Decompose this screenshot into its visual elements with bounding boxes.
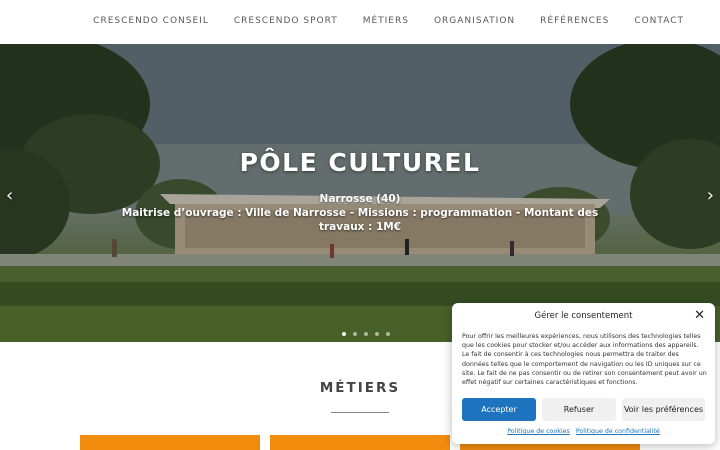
slider-dot-1[interactable] <box>342 332 346 336</box>
slider-dot-4[interactable] <box>375 332 379 336</box>
consent-description: Pour offrir les meilleures expériences, … <box>462 333 707 387</box>
cookie-consent-dialog: Gérer le consentement ✕ Pour offrir les … <box>452 303 715 444</box>
cookie-policy-link[interactable]: Politique de cookies <box>507 428 570 435</box>
chevron-right-icon[interactable]: › <box>707 185 714 206</box>
slide-location: Narrosse (40) <box>319 193 401 205</box>
hero-slider: ‹ › PÔLE CULTUREL Narrosse (40) Maitrise… <box>0 44 720 342</box>
consent-links: Politique de cookies Politique de confid… <box>452 428 715 435</box>
refuse-button[interactable]: Refuser <box>542 398 616 421</box>
metier-card-2[interactable] <box>270 435 450 450</box>
metier-card-1[interactable] <box>80 435 260 450</box>
nav-menu: CRESCENDO CONSEIL CRESCENDO SPORT MÉTIER… <box>68 16 684 26</box>
section-divider <box>331 412 389 413</box>
slide-title: PÔLE CULTUREL <box>239 148 481 177</box>
slider-dot-2[interactable] <box>353 332 357 336</box>
nav-item-contact[interactable]: CONTACT <box>634 16 684 26</box>
slider-dot-3[interactable] <box>364 332 368 336</box>
slide-caption: Narrosse (40) Maitrise d’ouvrage : Ville… <box>120 192 600 234</box>
privacy-policy-link[interactable]: Politique de confidentialité <box>576 428 660 435</box>
close-icon[interactable]: ✕ <box>694 308 705 323</box>
nav-item-crescendo-sport[interactable]: CRESCENDO SPORT <box>234 16 338 26</box>
slider-dot-5[interactable] <box>386 332 390 336</box>
slider-pagination <box>342 332 390 336</box>
top-navigation: CRESCENDO CONSEIL CRESCENDO SPORT MÉTIER… <box>0 0 720 44</box>
chevron-left-icon[interactable]: ‹ <box>6 185 13 206</box>
preferences-button[interactable]: Voir les préférences <box>622 398 705 421</box>
nav-item-references[interactable]: RÉFÉRENCES <box>540 16 609 26</box>
accept-button[interactable]: Accepter <box>462 398 536 421</box>
consent-title: Gérer le consentement <box>534 311 633 321</box>
nav-item-organisation[interactable]: ORGANISATION <box>434 16 515 26</box>
slide-description-line-1: Maitrise d’ouvrage : Ville de Narrosse -… <box>121 207 599 219</box>
nav-item-crescendo-conseil[interactable]: CRESCENDO CONSEIL <box>93 16 209 26</box>
nav-item-metiers[interactable]: MÉTIERS <box>363 16 409 26</box>
slide-description-line-2: travaux : 1M€ <box>318 221 402 233</box>
